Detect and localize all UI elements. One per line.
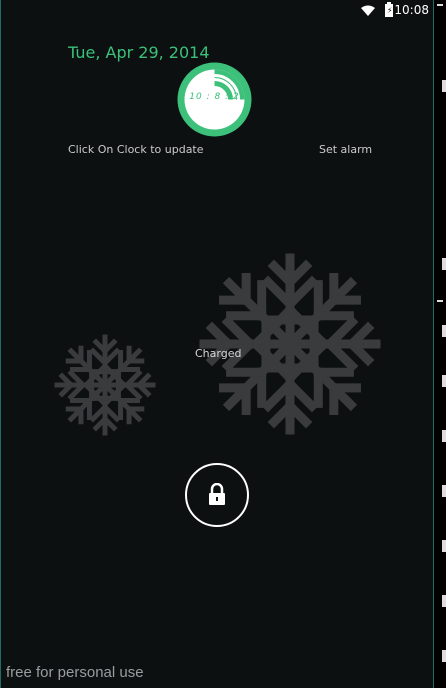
date-label: Tue, Apr 29, 2014 — [68, 43, 210, 62]
unlock-button[interactable] — [185, 463, 249, 527]
lockscreen: ⚡ 10:08 Tue, Apr 29, 2014 10 : 8 : 2 Cli… — [0, 0, 434, 688]
padlock-icon — [209, 483, 225, 505]
battery-charging-icon: ⚡ — [385, 2, 393, 17]
battery-status: Charged — [195, 347, 242, 360]
set-alarm-button[interactable]: Set alarm — [319, 143, 372, 156]
clock-time: 10 : 8 : 2 — [189, 92, 240, 102]
screen-edge — [434, 0, 446, 688]
wifi-icon — [361, 5, 375, 16]
snowflake-large-icon — [199, 253, 381, 435]
snowflake-small-icon — [53, 334, 157, 437]
clock-hint: Click On Clock to update — [68, 143, 204, 156]
status-time: 10:08 — [394, 3, 429, 17]
watermark-text: free for personal use — [6, 664, 144, 681]
status-bar: ⚡ 10:08 — [1, 0, 435, 22]
clock-widget[interactable]: 10 : 8 : 2 — [176, 61, 253, 138]
